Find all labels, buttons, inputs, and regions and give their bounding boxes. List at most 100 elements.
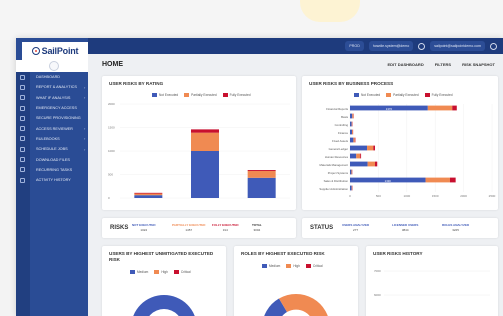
sidebar-item[interactable]: ACCESS REVIEWER › <box>16 123 88 133</box>
category-label: Basis <box>341 115 348 119</box>
metric-cell: ROLES ANALYZED 3225 <box>442 223 469 232</box>
page-title: HOME <box>102 61 123 68</box>
help-icon[interactable] <box>418 42 426 50</box>
metric-key: FULLY EXECUTED <box>212 223 239 227</box>
data-label: 1330 <box>385 179 392 183</box>
metric-value: 3225 <box>452 228 459 232</box>
bar-segment <box>134 195 163 198</box>
avatar[interactable] <box>49 61 59 71</box>
book-icon <box>20 136 25 142</box>
metric-label: RISKS <box>110 225 129 231</box>
bar-segment <box>247 177 276 198</box>
lock-icon <box>20 115 25 121</box>
category-label: General Ledger <box>329 147 349 151</box>
bar-segment <box>367 161 375 167</box>
repeat-icon <box>20 167 25 173</box>
main-content: HOME EDIT DASHBOARD FILTERS RISK SNAPSHO… <box>88 54 503 316</box>
y-tick-label: 1500 <box>108 126 115 130</box>
bar-segment <box>134 193 163 196</box>
edit-dashboard-link[interactable]: EDIT DASHBOARD <box>387 62 423 67</box>
sidebar-item[interactable]: DOWNLOAD FILES <box>16 154 88 164</box>
x-tick-label: 500 <box>376 194 381 198</box>
category-label: Materials Management <box>320 163 349 167</box>
x-tick-label: 2500 <box>489 194 496 198</box>
sidebar-item[interactable]: ACTIVITY HISTORY <box>16 175 88 185</box>
x-tick-label: 1500 <box>432 194 439 198</box>
sidebar-item-label: ACTIVITY HISTORY <box>36 178 71 183</box>
sidebar-item-label: RULEBOOKS <box>36 136 60 141</box>
app-window: SailPoint DASHBOARD REPORT & ANALYTICS › WH… <box>16 38 503 316</box>
top-bar: PROD howdie.system@demo sailpoint@sailpo… <box>88 38 503 54</box>
sidebar-item[interactable]: SECURE PROVISIONING <box>16 113 88 123</box>
metric-key: ROLES ANALYZED <box>442 223 470 227</box>
calendar-icon <box>20 146 25 152</box>
brand-logo[interactable]: SailPoint <box>22 42 88 60</box>
metric-cell: FULLY EXECUTED 314 <box>212 223 239 232</box>
user-pill[interactable]: howdie.system@demo <box>368 41 414 51</box>
y-tick-label: 500 <box>108 173 113 177</box>
risk-snapshot-link[interactable]: RISK SNAPSHOT <box>462 62 495 67</box>
sidebar-item[interactable]: SCHEDULE JOBS › <box>16 144 88 154</box>
chevron-right-icon: › <box>84 126 86 132</box>
metric-label: STATUS <box>310 225 334 231</box>
sailpoint-logo-icon <box>31 47 40 55</box>
chevron-right-icon: › <box>84 146 86 152</box>
background-decoration <box>300 0 360 22</box>
sidebar-item-label: RECURRING TASKS <box>36 167 73 172</box>
sidebar-item[interactable]: DASHBOARD <box>16 72 88 82</box>
metric-value: 1024 <box>140 228 148 232</box>
status-metrics-card: STATUS USERS ANALYZED 277 LICENSED USERS 38… <box>302 218 498 238</box>
metric-cell: PARTIALLY EXECUTED 1457 <box>172 223 205 232</box>
email-pill[interactable]: sailpoint@sailpointdemo.com <box>430 41 485 51</box>
bar-segment <box>350 121 352 127</box>
sidebar-item-label: EMERGENCY ACCESS <box>36 106 77 111</box>
settings-icon[interactable] <box>490 42 497 50</box>
donut-segment-high <box>279 293 328 316</box>
metric-key: NOT EXECUTED <box>132 223 156 227</box>
history-icon <box>20 177 25 183</box>
bar-segment <box>350 129 352 135</box>
y-tick-label: 7000 <box>374 269 381 273</box>
users-unmitigated-card: USERS BY HIGHEST UNMITIGATED EXECUTED RI… <box>102 246 226 316</box>
category-label: Controlling <box>335 123 349 127</box>
chart-icon <box>20 84 25 90</box>
y-tick-label: 0 <box>108 196 110 200</box>
history-chart: 7000 6000 <box>374 269 490 297</box>
filters-link[interactable]: FILTERS <box>435 62 451 67</box>
risks-metrics-card: RISKS NOT EXECUTED 1024 PARTIALLY EXECUTED… <box>102 218 296 238</box>
category-label: Financial Reports <box>326 107 348 111</box>
bar-segment <box>350 153 357 159</box>
metric-value: 277 <box>353 228 359 232</box>
bar-segment <box>350 185 352 191</box>
metric-key: TOTAL <box>252 223 262 227</box>
bar-segment <box>452 105 457 111</box>
page-background <box>0 0 503 40</box>
bar-segment <box>351 169 352 175</box>
sidebar-item[interactable]: RULEBOOKS › <box>16 134 88 144</box>
bar-segment <box>360 153 362 159</box>
bar-segment <box>191 151 219 198</box>
sidebar-item-label: REPORT & ANALYTICS <box>36 85 77 90</box>
sidebar-item-label: SECURE PROVISIONING <box>36 116 81 121</box>
bar-segment <box>247 170 276 178</box>
sidebar-item[interactable]: REPORT & ANALYTICS › <box>16 82 88 92</box>
metric-value: 3004 <box>253 228 261 232</box>
alert-icon <box>20 105 25 111</box>
metric-value: 314 <box>222 228 228 232</box>
sidebar-item-label: WHAT IF ANALYSIS <box>36 95 71 100</box>
chevron-right-icon: › <box>84 136 86 142</box>
sidebar-item[interactable]: RECURRING TASKS <box>16 165 88 175</box>
metric-cell: USERS ANALYZED 277 <box>342 223 369 232</box>
bar-segment <box>247 170 276 171</box>
bar-segment <box>191 129 219 133</box>
risks-by-rating-card: USER RISKS BY RATING Not Executed Partia… <box>102 76 296 210</box>
sidebar-item-label: ACCESS REVIEWER <box>36 126 73 131</box>
org-selector[interactable]: PROD <box>345 41 364 51</box>
category-label: Finance <box>338 131 348 135</box>
sidebar-item[interactable]: EMERGENCY ACCESS <box>16 103 88 113</box>
sidebar-item[interactable]: WHAT IF ANALYSIS › <box>16 93 88 103</box>
metric-key: PARTIALLY EXECUTED <box>172 223 206 227</box>
download-icon <box>20 157 25 163</box>
metric-cell: LICENSED USERS 3844 <box>392 223 418 232</box>
metric-value: 3844 <box>401 228 409 232</box>
